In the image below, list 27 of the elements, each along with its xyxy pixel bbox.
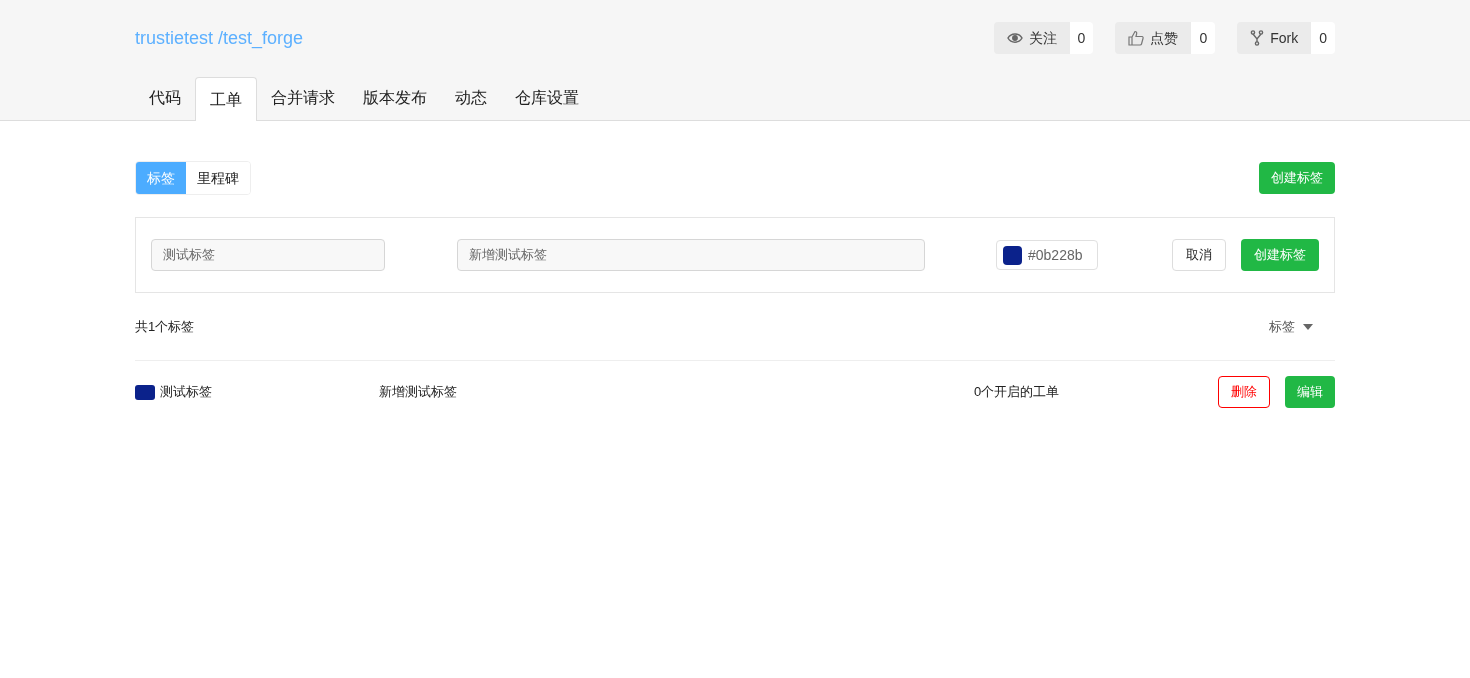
action-count: 0 — [1311, 22, 1335, 54]
repo-tab[interactable]: 动态 — [441, 76, 501, 120]
repo-tab[interactable]: 合并请求 — [257, 76, 349, 120]
action-button[interactable]: Fork — [1237, 22, 1312, 54]
description-input[interactable]: 新增测试标签 — [457, 239, 925, 271]
color-picker-field[interactable]: #0b228b — [996, 240, 1098, 270]
color-value: #0b228b — [1028, 245, 1083, 265]
repo-tab[interactable]: 仓库设置 — [501, 76, 593, 120]
fork-icon — [1250, 30, 1265, 46]
action-button[interactable]: 关注 — [993, 22, 1070, 54]
repo-tab[interactable]: 版本发布 — [349, 76, 441, 120]
delete-button[interactable]: 删除 — [1218, 376, 1270, 408]
open-issues-count[interactable]: 0个开启的工单 — [974, 382, 1060, 402]
cancel-button[interactable]: 取消 — [1172, 239, 1226, 271]
thumbs-up-icon — [1128, 30, 1145, 46]
name-input[interactable]: 测试标签 — [151, 239, 385, 271]
sort-dropdown[interactable]: 标签 — [1269, 316, 1313, 337]
action-button[interactable]: 点赞 — [1115, 22, 1192, 54]
action-count: 0 — [1191, 22, 1216, 54]
eye-icon — [1006, 32, 1023, 44]
action-count: 0 — [1069, 22, 1094, 54]
label-description: 新增测试标签 — [379, 383, 458, 402]
repo-tab[interactable]: 代码 — [135, 76, 195, 120]
repo-tab[interactable]: 工单 — [195, 77, 257, 121]
label-name: 测试标签 — [160, 383, 212, 402]
label-count: 共1个标签 — [135, 317, 195, 336]
caret-down-icon — [1303, 323, 1313, 330]
